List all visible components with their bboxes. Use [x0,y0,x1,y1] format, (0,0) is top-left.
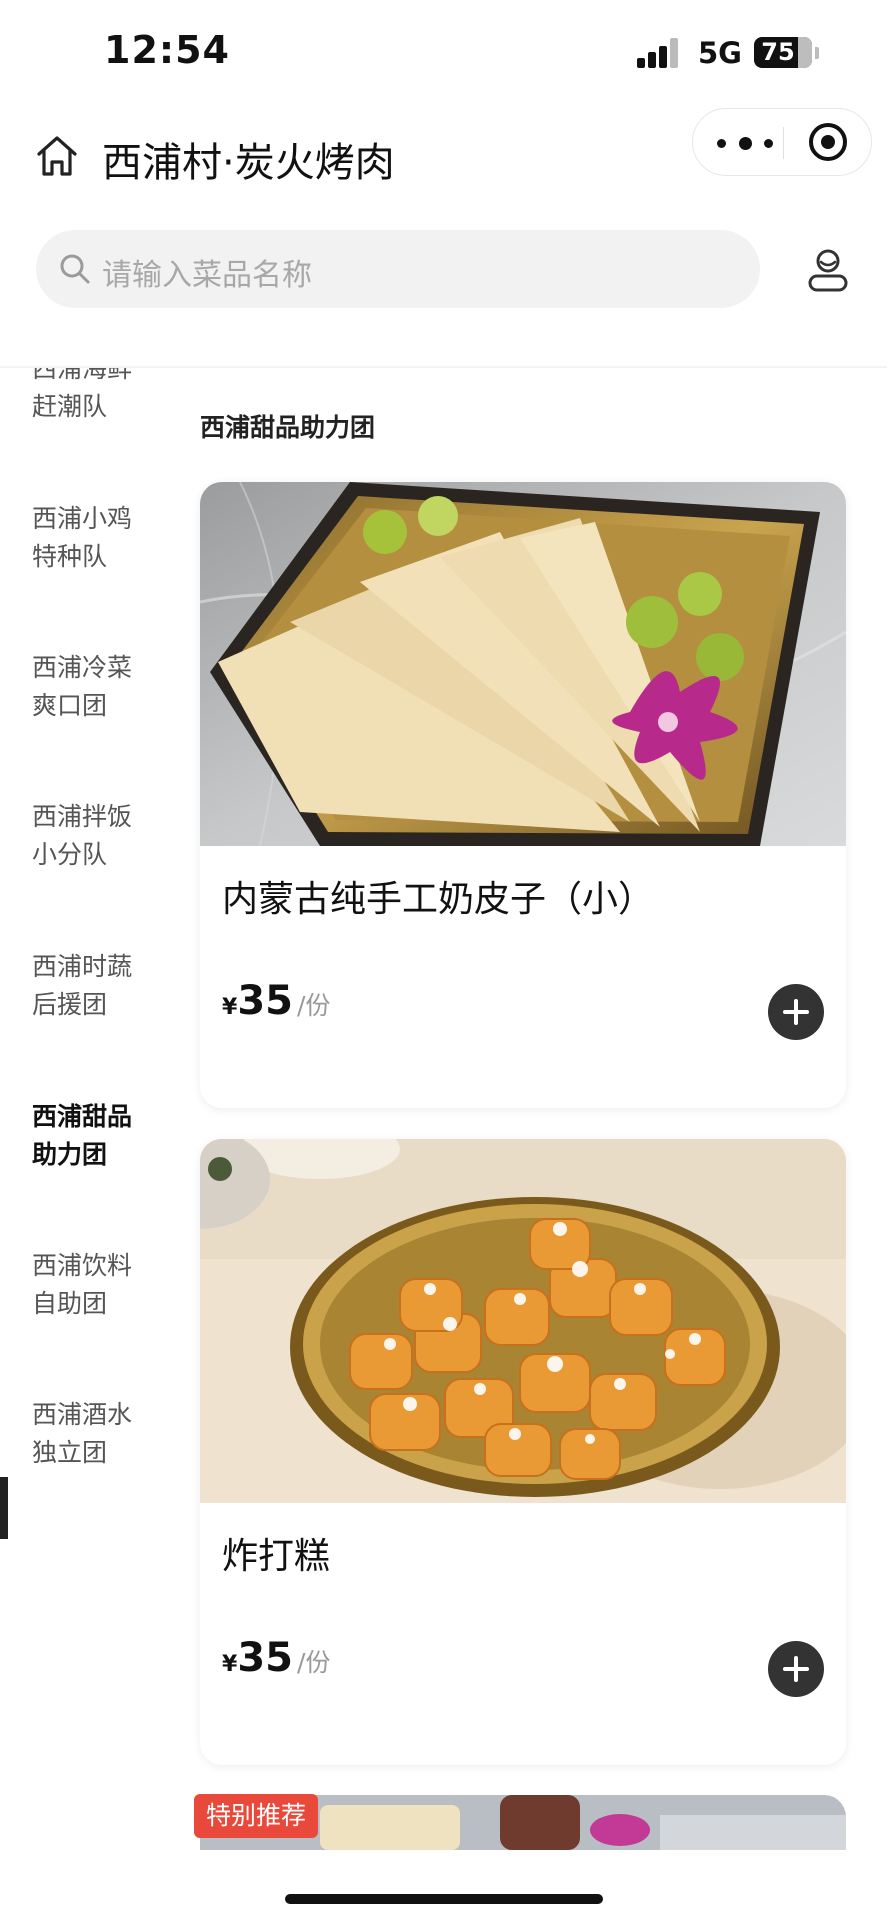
status-time: 12:54 [104,28,230,72]
battery-cap [815,47,819,59]
section-title: 西浦甜品助力团 [200,413,376,442]
title-bar: 西浦村·炭火烤肉 [0,100,887,210]
sidebar-item-label: 爽口团 [32,691,108,720]
home-icon[interactable] [34,133,80,179]
currency-symbol: ¥ [222,995,238,1020]
sidebar-item-label: 自助团 [32,1289,108,1318]
sidebar-item-label: 西浦甜品 [32,1102,133,1131]
signal-icon [637,38,685,68]
product-name: 内蒙古纯手工奶皮子（小） [222,879,655,920]
sidebar-item-label: 西浦饮料 [32,1251,133,1280]
capsule-divider [783,127,784,159]
sidebar-item-alcohol[interactable]: 西浦酒水 独立团 [32,1396,162,1472]
product-name: 炸打糕 [222,1536,331,1577]
sidebar-item-label: 西浦拌饭 [32,802,133,831]
sidebar-item-label: 西浦冷菜 [32,653,133,682]
category-sidebar: 西浦海鲜 赶潮队 西浦小鸡 特种队 西浦冷菜 爽口团 西浦拌饭 小分队 西浦时蔬… [0,368,175,1920]
sidebar-item-desserts[interactable]: 西浦甜品 助力团 [32,1098,162,1174]
price-unit: /份 [296,991,331,1020]
battery-level: 75 [761,38,795,66]
sidebar-item-rice[interactable]: 西浦拌饭 小分队 [32,798,162,874]
milk-skin-dessert-photo [200,482,846,846]
sidebar-item-label: 助力团 [32,1140,108,1169]
product-card[interactable]: 炸打糕 ¥35/份 [200,1139,846,1765]
add-to-cart-button[interactable] [768,1641,824,1697]
sidebar-item-label: 小分队 [32,840,108,869]
product-price: ¥35/份 [222,1635,330,1681]
price-value: 35 [237,1635,293,1681]
status-bar: 12:54 5G 75 [0,0,887,100]
more-icon[interactable] [717,129,773,157]
page-title: 西浦村·炭火烤肉 [102,140,395,186]
battery-icon: 75 [754,37,812,68]
sidebar-item-cold-dishes[interactable]: 西浦冷菜 爽口团 [32,649,162,725]
search-placeholder: 请输入菜品名称 [102,258,312,293]
sidebar-item-label: 西浦时蔬 [32,952,133,981]
sidebar-item-label: 西浦海鲜 [32,368,133,383]
active-category-indicator [0,1477,8,1539]
sidebar-item-vegetables[interactable]: 西浦时蔬 后援团 [32,948,162,1024]
home-indicator [285,1894,603,1904]
sidebar-item-drinks[interactable]: 西浦饮料 自助团 [32,1247,162,1323]
sidebar-item-label: 独立团 [32,1438,108,1467]
sidebar-item-label: 特种队 [32,542,108,571]
sidebar-item-label: 后援团 [32,990,108,1019]
sidebar-item-label: 西浦酒水 [32,1400,133,1429]
close-target-icon[interactable] [809,123,847,161]
user-icon[interactable] [804,246,852,294]
sidebar-item-chicken[interactable]: 西浦小鸡 特种队 [32,500,162,576]
fried-rice-cake-photo [200,1139,846,1503]
currency-symbol: ¥ [222,1652,238,1677]
search-icon [60,254,90,284]
recommend-badge: 特别推荐 [194,1794,319,1838]
sidebar-item-label: 西浦小鸡 [32,504,133,533]
sidebar-item-label: 赶潮队 [32,392,108,421]
sidebar-item-seafood[interactable]: 西浦海鲜 赶潮队 [32,368,162,426]
mini-program-capsule [692,108,872,176]
price-unit: /份 [296,1648,331,1677]
product-card[interactable]: 内蒙古纯手工奶皮子（小） ¥35/份 [200,482,846,1108]
price-value: 35 [237,978,293,1024]
add-to-cart-button[interactable] [768,984,824,1040]
search-input[interactable]: 请输入菜品名称 [36,230,760,308]
network-label: 5G [698,36,742,70]
product-price: ¥35/份 [222,978,330,1024]
